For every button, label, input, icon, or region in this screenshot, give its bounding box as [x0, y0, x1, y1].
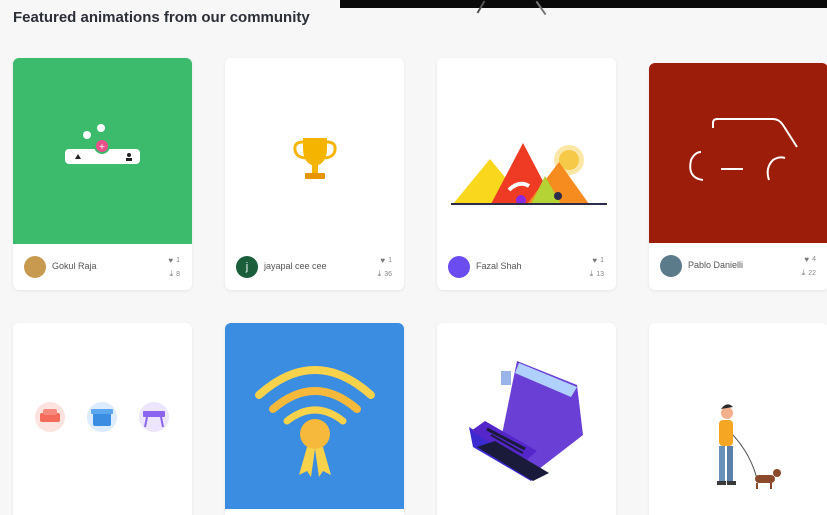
download-value: 22 — [808, 269, 816, 277]
animation-thumbnail[interactable] — [225, 58, 404, 244]
download-icon: ⤓ — [377, 269, 382, 278]
trophy-animation-illustration — [293, 138, 337, 179]
author-name[interactable]: jayapal cee cee — [264, 261, 327, 271]
download-count[interactable]: ⤓ 36 — [378, 269, 392, 279]
download-count[interactable]: ⤓ 22 — [802, 268, 816, 278]
mountains-animation-illustration — [451, 143, 607, 205]
download-icon: ⤓ — [801, 268, 806, 277]
animation-card[interactable]: + Gokul Raja ♥ 1 ⤓ 8 — [13, 58, 192, 290]
card-footer: Fazal Shah ♥ 1 ⤓ 13 — [437, 244, 616, 290]
animation-card[interactable] — [649, 323, 827, 515]
author-name[interactable]: Fazal Shah — [476, 261, 522, 271]
animation-thumbnail[interactable] — [649, 323, 827, 515]
heart-icon: ♥ — [168, 256, 174, 265]
like-value: 1 — [388, 257, 392, 264]
download-count[interactable]: ⤓ 13 — [590, 269, 604, 279]
animation-card[interactable] — [437, 323, 616, 515]
card-footer: Pablo Danielli ♥ 4 ⤓ 22 — [649, 243, 827, 289]
like-value: 4 — [812, 256, 816, 263]
author-name[interactable]: Pablo Danielli — [688, 260, 743, 270]
furniture-icons-illustration — [35, 402, 169, 432]
like-count[interactable]: ♥ 4 — [804, 255, 816, 264]
animation-thumbnail[interactable] — [437, 323, 616, 515]
animation-thumbnail[interactable] — [649, 63, 827, 243]
animation-card[interactable]: j jayapal cee cee ♥ 1 ⤓ 36 — [225, 58, 404, 290]
wifi-award-illustration — [255, 366, 375, 477]
like-count[interactable]: ♥ 1 — [380, 256, 392, 265]
animation-card[interactable] — [13, 323, 192, 515]
section-heading: Featured animations from our community — [13, 9, 310, 26]
heart-icon: ♥ — [380, 256, 386, 265]
like-count[interactable]: ♥ 1 — [168, 256, 180, 265]
laptop-shop-illustration — [469, 361, 583, 481]
animation-thumbnail[interactable] — [437, 58, 616, 244]
car-line-animation-illustration — [689, 118, 798, 181]
card-footer: j jayapal cee cee ♥ 1 ⤓ 36 — [225, 244, 404, 290]
download-count[interactable]: ⤓ 8 — [170, 269, 180, 279]
like-value: 1 — [600, 257, 604, 264]
avatar[interactable] — [660, 255, 682, 277]
animation-thumbnail[interactable]: + — [13, 58, 192, 244]
featured-panel: Featured animations from our community +… — [0, 0, 827, 515]
animation-thumbnail[interactable] — [13, 323, 192, 515]
download-icon: ⤓ — [589, 269, 594, 278]
heart-icon: ♥ — [592, 256, 598, 265]
avatar[interactable]: j — [236, 256, 258, 278]
dog-walk-illustration — [717, 404, 781, 489]
animation-card[interactable] — [225, 323, 404, 515]
card-footer: Gokul Raja ♥ 1 ⤓ 8 — [13, 244, 192, 290]
svg-text:+: + — [99, 142, 106, 151]
top-dark-strip — [340, 0, 827, 8]
download-value: 8 — [176, 270, 180, 278]
toolbar-animation-illustration: + — [65, 124, 140, 164]
download-value: 13 — [596, 270, 604, 278]
avatar[interactable] — [448, 256, 470, 278]
animation-thumbnail[interactable] — [225, 323, 404, 509]
avatar[interactable] — [24, 256, 46, 278]
download-icon: ⤓ — [169, 269, 174, 278]
author-name[interactable]: Gokul Raja — [52, 261, 97, 271]
heart-icon: ♥ — [804, 255, 810, 264]
like-value: 1 — [176, 257, 180, 264]
animation-card[interactable]: Fazal Shah ♥ 1 ⤓ 13 — [437, 58, 616, 290]
animation-card[interactable]: Pablo Danielli ♥ 4 ⤓ 22 — [649, 63, 827, 290]
like-count[interactable]: ♥ 1 — [592, 256, 604, 265]
download-value: 36 — [384, 270, 392, 278]
